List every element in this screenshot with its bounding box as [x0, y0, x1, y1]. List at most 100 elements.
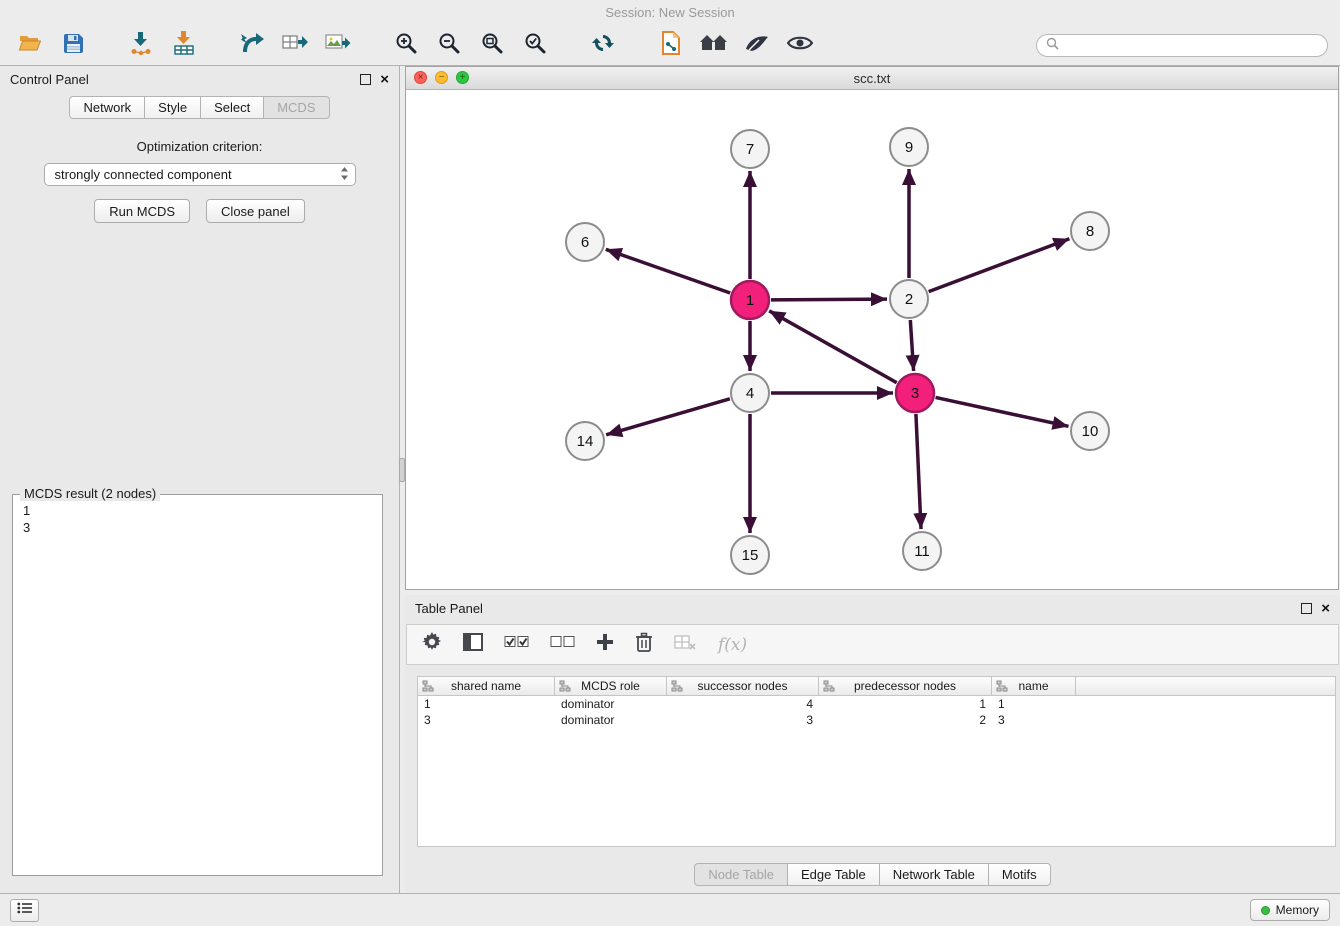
float-panel-icon[interactable] [360, 74, 371, 85]
close-panel-icon[interactable]: × [1321, 604, 1330, 614]
criterion-dropdown[interactable]: strongly connected component [44, 163, 356, 186]
zoom-selected-button[interactable] [517, 30, 553, 62]
graph-node-label: 3 [911, 385, 919, 402]
network-view-window: × − + scc.txt 7968124314101511 [405, 66, 1339, 590]
run-mcds-button[interactable]: Run MCDS [94, 199, 190, 223]
graph-node-label: 14 [577, 433, 594, 450]
close-panel-button[interactable]: Close panel [206, 199, 305, 223]
graph-edge[interactable] [606, 399, 730, 435]
tab-style[interactable]: Style [145, 96, 201, 119]
graph-node-label: 8 [1086, 223, 1094, 240]
new-network-icon [660, 31, 682, 60]
home-button[interactable] [696, 30, 732, 62]
search-input[interactable] [1065, 37, 1318, 54]
table-row[interactable]: 3 dominator 3 2 3 [418, 712, 1335, 728]
column-header-name[interactable]: name [992, 677, 1076, 695]
export-image-button[interactable] [320, 30, 356, 62]
gear-icon [422, 639, 442, 656]
graph-edge[interactable] [916, 414, 921, 529]
network-window-titlebar[interactable]: × − + scc.txt [406, 67, 1338, 90]
table-panel: Table Panel × f(x) shared name MCDS role… [405, 595, 1340, 893]
import-table-button[interactable] [166, 30, 202, 62]
task-history-button[interactable] [10, 899, 39, 922]
import-network-button[interactable] [123, 30, 159, 62]
save-session-button[interactable] [55, 30, 91, 62]
graph-node-label: 1 [746, 292, 754, 309]
column-header-successor-nodes[interactable]: successor nodes [667, 677, 819, 695]
plus-icon [596, 638, 614, 655]
graph-edge[interactable] [929, 239, 1070, 292]
export-network-icon [282, 32, 308, 59]
optimization-criterion-label: Optimization criterion: [0, 139, 399, 154]
control-panel-tabbar: Network Style Select MCDS [69, 96, 329, 119]
network-canvas[interactable]: 7968124314101511 [406, 90, 1338, 590]
zoom-fit-button[interactable] [474, 30, 510, 62]
deselect-all-button[interactable] [550, 635, 575, 654]
trash-icon [635, 640, 653, 657]
network-layout-button[interactable] [234, 30, 270, 62]
zoom-in-icon [394, 31, 418, 60]
mcds-result-title: MCDS result (2 nodes) [20, 486, 160, 501]
refresh-icon [591, 32, 615, 59]
select-all-button[interactable] [504, 635, 529, 654]
open-folder-icon [18, 33, 42, 58]
tab-motifs[interactable]: Motifs [989, 863, 1051, 886]
eye-button[interactable] [782, 30, 818, 62]
search-icon [1046, 37, 1059, 55]
column-header-predecessor-nodes[interactable]: predecessor nodes [819, 677, 992, 695]
visual-style-button[interactable] [739, 30, 775, 62]
control-panel-header: Control Panel × [0, 66, 399, 93]
minimize-window-icon[interactable]: − [435, 71, 448, 84]
zoom-out-icon [437, 31, 461, 60]
float-panel-icon[interactable] [1301, 603, 1312, 614]
zoom-out-button[interactable] [431, 30, 467, 62]
open-session-button[interactable] [12, 30, 48, 62]
table-panel-header: Table Panel × [405, 595, 1340, 622]
network-window-title: scc.txt [854, 71, 891, 86]
graph-node-label: 9 [905, 139, 913, 156]
tab-mcds[interactable]: MCDS [264, 96, 329, 119]
home-icon [699, 33, 729, 58]
table-toolbar: f(x) [406, 624, 1339, 665]
table-settings-button[interactable] [422, 632, 442, 657]
mcds-result-list[interactable]: 1 3 [13, 495, 382, 543]
zoom-in-button[interactable] [388, 30, 424, 62]
close-window-icon[interactable]: × [414, 71, 427, 84]
tab-edge-table[interactable]: Edge Table [788, 863, 880, 886]
column-visibility-button[interactable] [463, 633, 483, 656]
column-header-shared-name[interactable]: shared name [418, 677, 555, 695]
tab-node-table[interactable]: Node Table [694, 863, 788, 886]
window-controls: × − + [414, 71, 469, 84]
memory-button[interactable]: Memory [1250, 899, 1330, 921]
graph-edge[interactable] [606, 249, 730, 293]
node-table: shared name MCDS role successor nodes pr… [417, 676, 1336, 847]
graph-node-label: 4 [746, 385, 754, 402]
new-network-from-selection-button[interactable] [653, 30, 689, 62]
export-network-button[interactable] [277, 30, 313, 62]
close-panel-icon[interactable]: × [380, 75, 389, 85]
graph-edge[interactable] [910, 320, 913, 371]
window-title: Session: New Session [605, 5, 734, 20]
zoom-window-icon[interactable]: + [456, 71, 469, 84]
search-box[interactable] [1036, 34, 1328, 57]
graph-edge[interactable] [769, 311, 897, 383]
delete-button[interactable] [635, 632, 653, 658]
tab-network[interactable]: Network [69, 96, 145, 119]
refresh-button[interactable] [585, 30, 621, 62]
column-header-mcds-role[interactable]: MCDS role [555, 677, 667, 695]
mcds-result-value: 3 [23, 519, 372, 536]
graph-node-label: 11 [914, 543, 930, 560]
graph-edge[interactable] [936, 397, 1069, 426]
graph-edge[interactable] [771, 299, 887, 300]
tab-network-table[interactable]: Network Table [880, 863, 989, 886]
graph-node-label: 15 [742, 547, 759, 564]
tab-select[interactable]: Select [201, 96, 264, 119]
mcds-result-box: MCDS result (2 nodes) 1 3 [12, 494, 383, 876]
memory-label: Memory [1276, 903, 1319, 917]
add-column-button[interactable] [596, 633, 614, 656]
checked-boxes-icon [504, 636, 529, 653]
criterion-value: strongly connected component [55, 167, 232, 182]
table-row[interactable]: 1 dominator 4 1 1 [418, 696, 1335, 712]
columns-icon [463, 638, 483, 655]
zoom-fit-icon [480, 31, 504, 60]
